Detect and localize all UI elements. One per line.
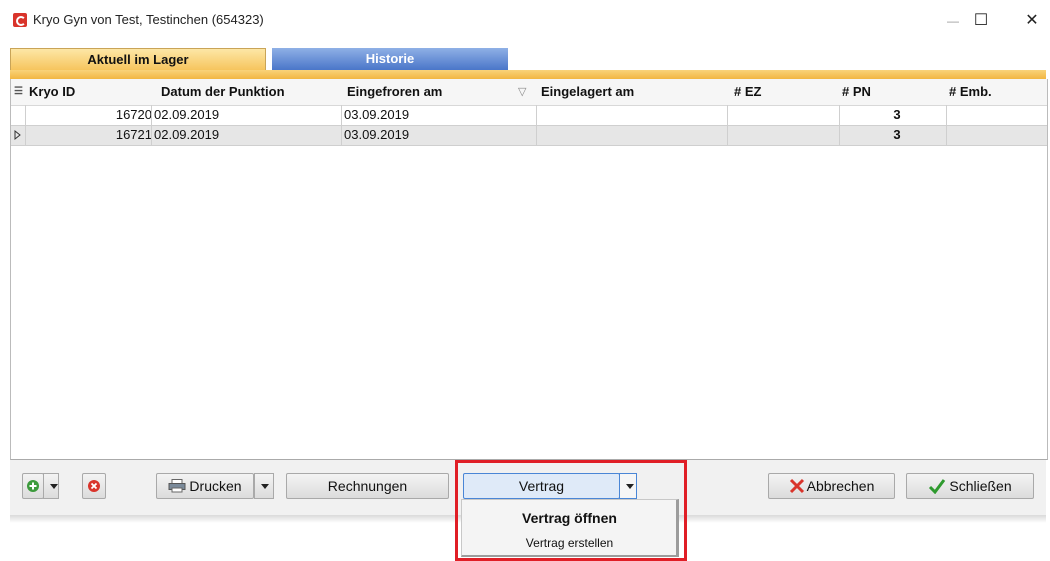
cell-kryo-id: 16720 [115,107,152,122]
column-divider [839,105,840,145]
cell-pn: 3 [893,107,901,122]
window-title: Kryo Gyn von Test, Testinchen (654323) [33,12,264,27]
table-row[interactable]: 16720 02.09.2019 03.09.2019 3 [11,105,1047,125]
col-kryo-id[interactable]: Kryo ID [29,79,75,105]
close-button[interactable]: ✕ [1017,8,1047,34]
cell-eingefroren: 03.09.2019 [344,127,410,142]
table-row[interactable]: 16721 02.09.2019 03.09.2019 3 [11,125,1047,145]
column-divider [341,105,342,145]
minimize-button[interactable]: — [938,8,968,34]
kryo-table: ☰ Kryo ID Datum der Punktion Eingefroren… [10,79,1048,460]
cell-eingefroren: 03.09.2019 [344,107,410,122]
tab-aktuell-im-lager[interactable]: Aktuell im Lager [10,48,266,71]
highlight-box [455,460,687,561]
column-divider [946,105,947,145]
abbrechen-button[interactable]: Abbrechen [768,473,895,499]
app-icon [13,13,27,27]
sort-indicator-icon: ▽ [518,86,527,98]
cell-datum: 02.09.2019 [154,127,220,142]
dialog-window: Kryo Gyn von Test, Testinchen (654323) —… [0,0,1050,523]
row-divider [11,145,1047,146]
column-divider [151,105,152,145]
delete-icon [88,480,100,492]
cancel-icon [789,478,804,494]
tab-historie[interactable]: Historie [272,48,508,70]
add-icon [27,480,39,492]
column-chooser-icon[interactable]: ☰ [14,79,23,105]
col-datum-der-punktion[interactable]: Datum der Punktion [161,79,285,105]
printer-icon [168,479,186,493]
drucken-label: Drucken [189,478,242,494]
cell-pn: 3 [893,127,901,142]
tab-bar: Aktuell im Lager Historie [10,48,1046,71]
maximize-button[interactable]: ☐ [966,8,996,34]
column-divider [25,105,26,145]
column-divider [727,105,728,145]
column-divider [536,105,537,145]
abbrechen-label: Abbrechen [806,478,875,494]
table-header: ☰ Kryo ID Datum der Punktion Eingefroren… [11,79,1047,106]
col-eingelagert-am[interactable]: Eingelagert am [541,79,634,105]
col-emb[interactable]: # Emb. [949,79,992,105]
col-eingefroren-am[interactable]: Eingefroren am [347,79,442,105]
schliessen-button[interactable]: Schließen [906,473,1034,499]
title-bar: Kryo Gyn von Test, Testinchen (654323) —… [0,0,1050,43]
add-dropdown-button[interactable] [43,473,59,499]
tab-strip [10,70,1046,79]
row-divider [11,125,1047,126]
col-pn[interactable]: # PN [842,79,871,105]
drucken-button[interactable]: Drucken [156,473,254,499]
rechnungen-button[interactable]: Rechnungen [286,473,449,499]
check-icon [929,479,946,495]
add-button[interactable] [22,473,44,499]
drucken-dropdown-button[interactable] [254,473,274,499]
schliessen-label: Schließen [949,478,1012,494]
delete-button[interactable] [82,473,106,499]
col-ez[interactable]: # EZ [734,79,761,105]
cell-datum: 02.09.2019 [154,107,220,122]
row-indicator-icon [11,125,25,145]
cell-kryo-id: 16721 [115,127,152,142]
